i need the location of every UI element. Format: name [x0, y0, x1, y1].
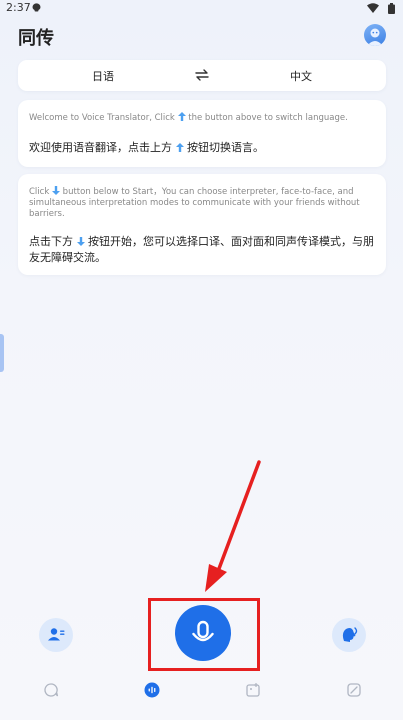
user-avatar-icon — [367, 28, 383, 46]
contacts-icon — [48, 628, 65, 641]
swap-arrows-icon[interactable] — [195, 69, 209, 81]
page-title: 同传 — [18, 28, 54, 49]
welcome-card: Welcome to Voice Translator, Click the b… — [18, 100, 386, 167]
microphone-button[interactable] — [175, 605, 231, 661]
instructions-english-part1: Click — [29, 187, 50, 197]
welcome-english-text: Welcome to Voice Translator, Click the b… — [29, 112, 348, 124]
instructions-english-part2: button below to Start，You can choose int… — [29, 187, 360, 219]
battery-icon — [388, 3, 395, 14]
side-drawer-handle[interactable] — [0, 334, 4, 372]
microphone-icon — [192, 620, 214, 642]
qq-icon — [32, 3, 41, 12]
source-language[interactable]: 日语 — [92, 68, 114, 84]
language-selector: 日语 中文 — [18, 60, 386, 91]
welcome-chinese-part2: 按钮切换语言。 — [187, 141, 264, 154]
welcome-chinese-part1: 欢迎使用语音翻译，点击上方 — [29, 141, 172, 154]
instructions-english-text: Click button below to Start，You can choo… — [29, 186, 379, 220]
arrow-down-icon — [51, 186, 60, 195]
arrow-up-icon — [175, 143, 184, 152]
chat-icon[interactable] — [43, 682, 59, 698]
welcome-chinese-text: 欢迎使用语音翻译，点击上方 按钮切换语言。 — [29, 140, 264, 156]
instructions-chinese-part1: 点击下方 — [29, 235, 73, 248]
arrow-up-icon — [177, 112, 186, 121]
bottom-navigation — [0, 678, 403, 706]
welcome-english-part2: the button above to switch language. — [188, 113, 348, 123]
note-icon[interactable] — [346, 682, 362, 698]
annotation-arrow — [205, 460, 261, 592]
instructions-card: Click button below to Start，You can choo… — [18, 174, 386, 275]
instructions-chinese-text: 点击下方 按钮开始，您可以选择口译、面对面和同声传译模式，与朋友无障碍交流。 — [29, 234, 379, 266]
face-to-face-button[interactable] — [332, 618, 366, 652]
contacts-button[interactable] — [39, 618, 73, 652]
welcome-english-part1: Welcome to Voice Translator, Click — [29, 113, 175, 123]
status-time: 2:37 — [6, 1, 31, 14]
status-bar: 2:37 — [0, 0, 403, 16]
face-to-face-icon — [342, 627, 358, 642]
target-language[interactable]: 中文 — [290, 68, 312, 84]
voice-icon[interactable] — [144, 682, 160, 698]
wifi-icon — [367, 3, 379, 13]
arrow-down-icon — [76, 237, 85, 246]
user-avatar[interactable] — [364, 24, 386, 46]
image-icon[interactable] — [245, 682, 261, 698]
